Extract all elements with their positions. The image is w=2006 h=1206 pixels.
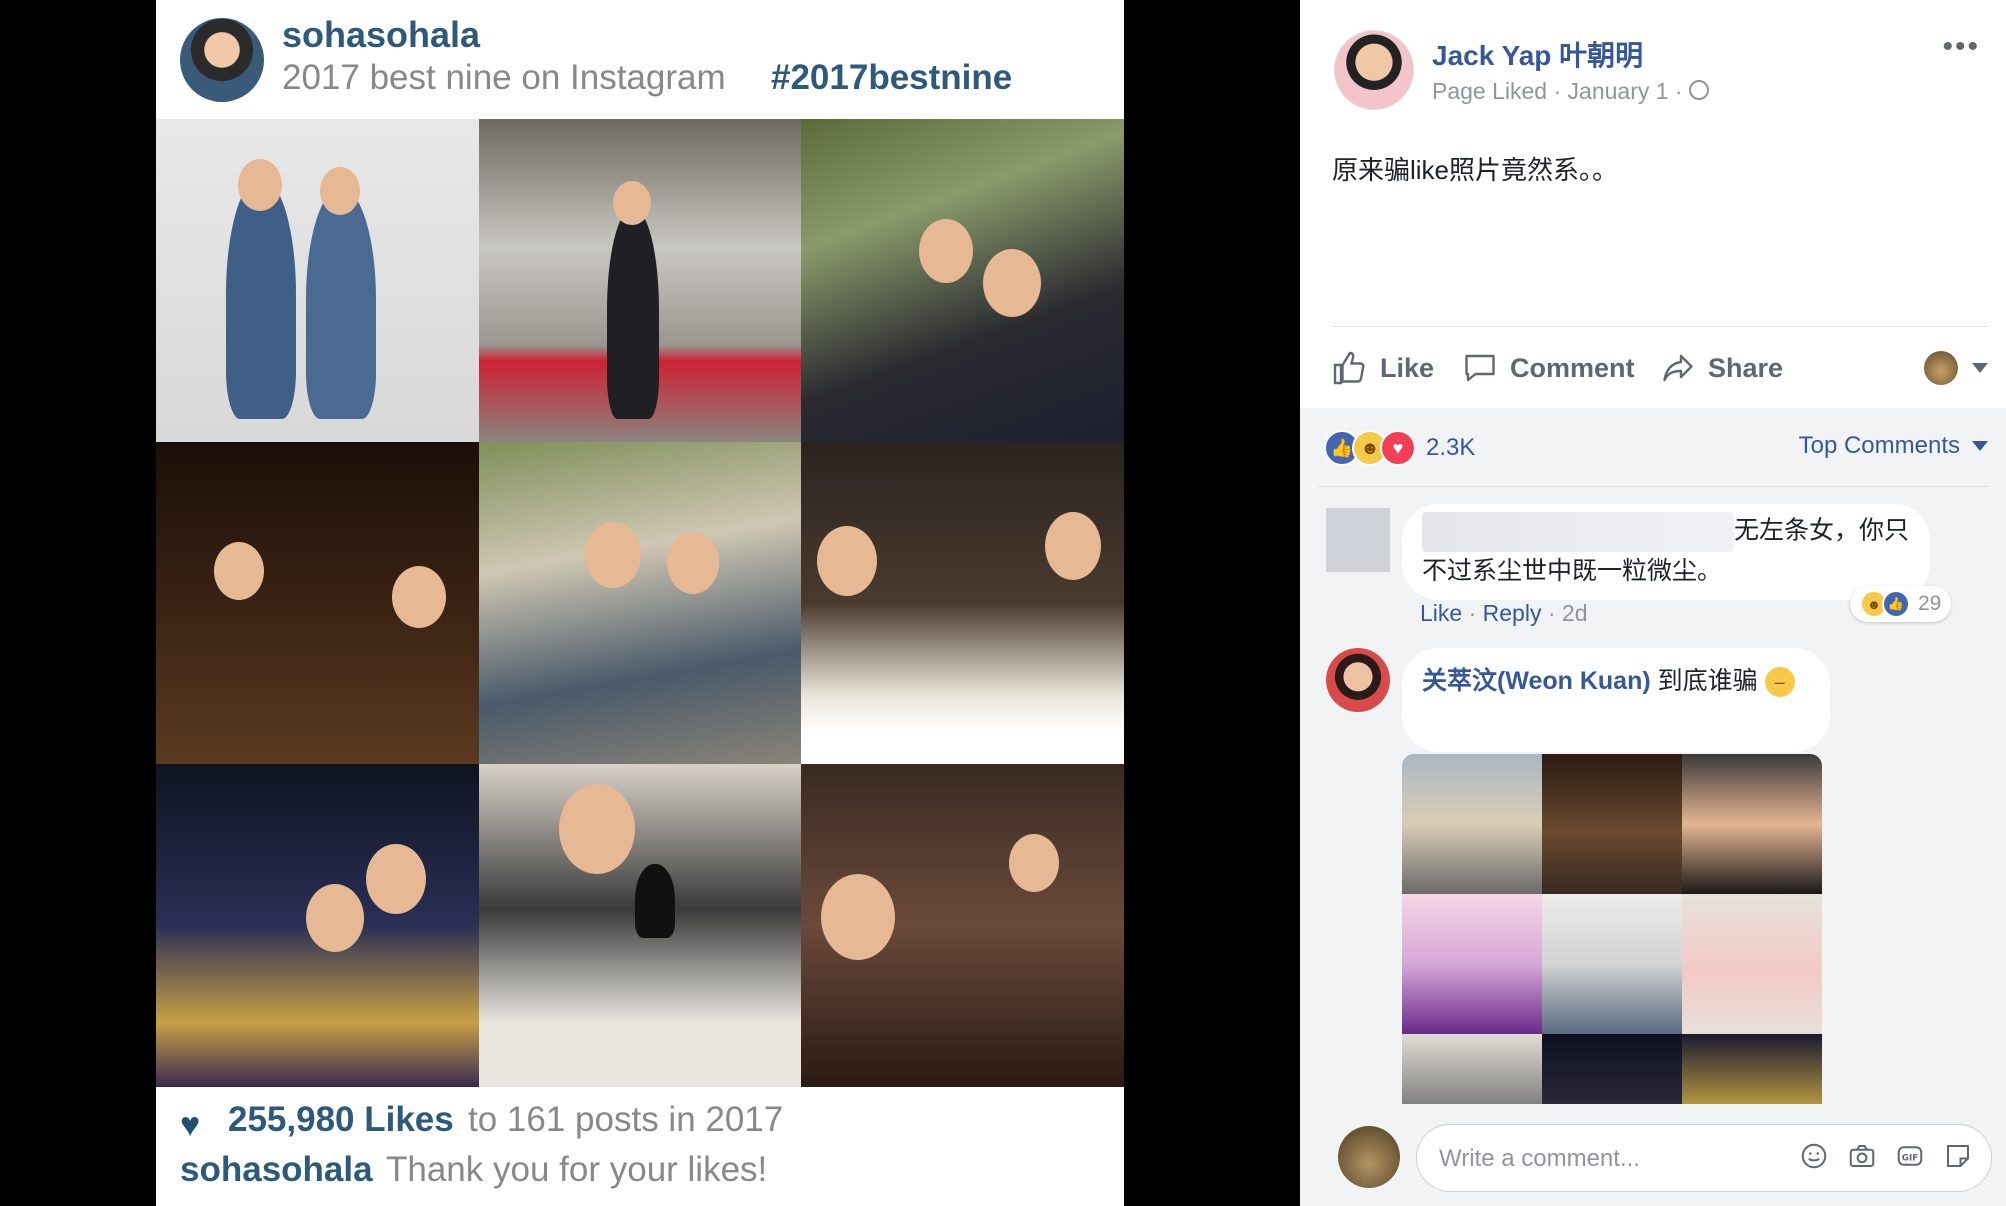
reactions-summary[interactable]: 👍 ☻ ♥ 2.3K	[1324, 430, 1475, 466]
collage-photo	[1402, 1034, 1542, 1110]
shared-photo[interactable]: sohasohala 2017 best nine on Instagram #…	[156, 0, 1124, 1206]
post-meta-text[interactable]: Page Liked · January 1 ·	[1432, 78, 1683, 104]
post-text: 原来骗like照片竟然系。。	[1332, 155, 1619, 185]
share-icon	[1663, 354, 1693, 382]
redacted-name	[1422, 512, 1734, 552]
photo-tile	[801, 764, 1124, 1087]
comment-composer: GIF	[1300, 1104, 2006, 1206]
ig-username: sohasohala	[282, 14, 481, 55]
post-panel: Jack Yap 叶朝明 Page Liked · January 1 · ••…	[1300, 0, 2006, 1206]
current-user-avatar	[1338, 1126, 1400, 1188]
love-reaction-icon: ♥	[1380, 430, 1416, 466]
ig-likes-count: 255,980 Likes	[228, 1100, 454, 1139]
thumbs-up-icon	[1333, 351, 1365, 385]
best-nine-grid	[156, 119, 1124, 1087]
collage-photo	[1682, 1034, 1822, 1110]
ig-footer-text: Thank you for your likes!	[386, 1150, 768, 1189]
collage-photo	[1682, 754, 1822, 894]
comment-bubble: 关萃汶(Weon Kuan) 到底谁骗 –	[1402, 648, 1830, 752]
photo-tile	[801, 119, 1124, 442]
divider	[1318, 486, 1988, 487]
globe-icon	[1688, 80, 1709, 100]
author-name[interactable]: Jack Yap 叶朝明	[1432, 34, 1643, 74]
divider	[1332, 326, 1988, 327]
comment-time[interactable]: 2d	[1562, 600, 1588, 626]
collage-photo	[1402, 894, 1542, 1034]
photo-tile	[156, 441, 479, 765]
comment-reply-link[interactable]: Reply	[1483, 600, 1542, 626]
gif-icon[interactable]: GIF	[1895, 1141, 1925, 1171]
chevron-down-icon	[1972, 441, 1988, 451]
post-meta: Page Liked · January 1 ·	[1432, 78, 1709, 105]
photo-tile	[156, 764, 479, 1087]
photo-tile	[156, 119, 479, 442]
share-button[interactable]: Share	[1660, 346, 1783, 390]
more-options-icon[interactable]: •••	[1942, 30, 1980, 64]
commenter-name[interactable]: 关萃汶(Weon Kuan)	[1422, 667, 1651, 695]
comment-button[interactable]: Comment	[1462, 346, 1635, 390]
like-label: Like	[1380, 352, 1435, 383]
comment-actions: Like · Reply · 2d	[1420, 600, 1588, 626]
photo-tile	[478, 119, 802, 442]
viewer-avatar	[1924, 351, 1958, 385]
comment-reaction-count: 29	[1918, 592, 1942, 615]
commenter-avatar[interactable]	[1326, 648, 1390, 712]
sort-label: Top Comments	[1798, 432, 1960, 459]
ig-hashtag: #2017bestnine	[771, 58, 1013, 97]
collage-photo	[1542, 754, 1682, 894]
like-button[interactable]: Like	[1332, 346, 1434, 390]
collage-photo	[1542, 1034, 1682, 1110]
comment-label: Comment	[1510, 352, 1635, 383]
comment-input[interactable]	[1437, 1141, 1771, 1177]
like-reaction-icon: 👍	[1882, 590, 1910, 618]
collage-photo	[1682, 894, 1822, 1034]
comment-bubble: 无左条女，你只 不过系尘世中既一粒微尘。	[1402, 504, 1930, 600]
comment-sort-dropdown[interactable]: Top Comments	[1799, 432, 1988, 460]
photo-tile	[478, 764, 802, 1087]
sticker-icon[interactable]	[1943, 1141, 1973, 1171]
viewer-selector[interactable]	[1924, 346, 1988, 390]
comment-like-link[interactable]: Like	[1420, 600, 1462, 626]
composer-icons: GIF	[1799, 1141, 1973, 1171]
comment-text: 无左条女，你只	[1734, 516, 1910, 545]
photo-tile	[478, 441, 802, 765]
share-label: Share	[1708, 352, 1784, 383]
comments-section: 👍 ☻ ♥ 2.3K Top Comments 无左条女，你只 不过系尘世中既一…	[1300, 408, 2006, 1206]
svg-text:GIF: GIF	[1902, 1153, 1918, 1163]
ig-subtitle: 2017 best nine on Instagram	[282, 58, 726, 97]
heart-icon: ♥	[180, 1106, 201, 1144]
camera-icon[interactable]	[1847, 1141, 1877, 1171]
post-actions: Like Comment Share	[1332, 346, 1988, 390]
comment-reactions[interactable]: ☻ 👍 29	[1850, 586, 1952, 622]
comment-line1: 关萃汶(Weon Kuan) 到底谁骗 –	[1422, 664, 1795, 698]
photo-tile	[801, 441, 1124, 765]
ig-likes-caption: to 161 posts in 2017	[468, 1100, 784, 1139]
comment-input-box[interactable]: GIF	[1416, 1124, 1992, 1192]
commenter-avatar[interactable]	[1326, 508, 1390, 572]
reaction-count: 2.3K	[1426, 434, 1476, 461]
comment-line2: 不过系尘世中既一粒微尘。	[1422, 557, 1723, 585]
ig-profile-avatar	[180, 18, 264, 102]
comment-icon	[1465, 354, 1495, 382]
author-avatar[interactable]	[1334, 30, 1414, 110]
emoji-icon[interactable]	[1799, 1141, 1829, 1171]
ig-footer-username: sohasohala	[180, 1150, 373, 1189]
collage-photo	[1402, 754, 1542, 894]
comment-line1: 无左条女，你只	[1422, 512, 1909, 552]
comment-text: 到底谁骗	[1657, 667, 1758, 695]
collage-photo	[1542, 894, 1682, 1034]
chevron-down-icon	[1972, 363, 1988, 373]
comment-photo-collage[interactable]	[1402, 754, 1822, 1110]
expressionless-emoji-icon: –	[1764, 667, 1795, 698]
